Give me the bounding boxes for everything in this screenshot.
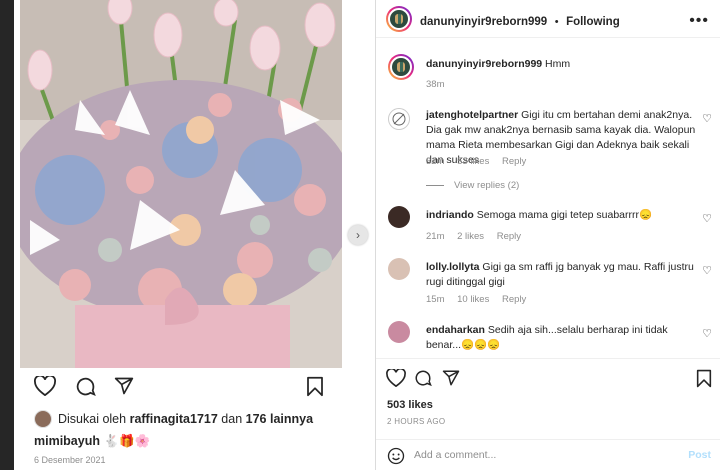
reply-button[interactable]: Reply xyxy=(502,294,526,305)
comment-time: 38m xyxy=(426,79,445,90)
view-replies-label[interactable]: View replies (2) xyxy=(454,180,519,191)
post-date: 6 Desember 2021 xyxy=(34,455,106,465)
comment-input[interactable]: Add a comment... xyxy=(414,449,496,461)
comment-likes[interactable]: 10 likes xyxy=(457,294,489,305)
post-header: danunyinyir9reborn999 • Following ••• xyxy=(376,0,720,38)
comment-time: 15m xyxy=(426,294,445,305)
comment-meta: 21m 2 likes Reply xyxy=(426,231,531,242)
comment-meta: 32m 53 likes Reply xyxy=(426,156,536,167)
left-post-actions xyxy=(34,374,334,402)
heart-icon[interactable]: ♡ xyxy=(702,212,712,225)
separator-dot: • xyxy=(551,16,562,28)
heart-icon[interactable] xyxy=(34,374,56,401)
comments-list: danunyinyir9reborn999 Hmm 38m jatenghote… xyxy=(376,38,720,358)
view-replies[interactable]: View replies (2) xyxy=(426,180,519,191)
reply-button[interactable]: Reply xyxy=(497,231,521,242)
feed-post: › Disukai oleh raffinagita1717 dan 176 l… xyxy=(0,0,375,470)
flower-bouquet-image xyxy=(20,0,342,368)
comment-meta: 38m xyxy=(426,79,454,90)
author-avatar[interactable] xyxy=(386,6,412,32)
comment-text: Semoga mama gigi tetep suabarrrr😞 xyxy=(476,209,653,221)
liked-others[interactable]: 176 lainnya xyxy=(246,412,313,426)
heart-icon[interactable] xyxy=(386,367,406,392)
caption-emojis: 🐇🎁🌸 xyxy=(103,434,151,448)
heart-icon[interactable]: ♡ xyxy=(702,264,712,277)
bookmark-icon[interactable] xyxy=(306,376,324,402)
post-time-ago: 2 HOURS AGO xyxy=(387,417,446,426)
share-icon[interactable] xyxy=(442,369,460,392)
bookmark-icon[interactable] xyxy=(696,369,712,393)
following-button[interactable]: Following xyxy=(566,16,620,28)
comment-username[interactable]: danunyinyir9reborn999 xyxy=(426,58,542,70)
avatar[interactable] xyxy=(388,258,410,280)
liked-mid: dan xyxy=(221,412,243,426)
liked-prefix: Disukai oleh xyxy=(58,412,127,426)
comment-likes[interactable]: 53 likes xyxy=(457,156,489,167)
left-edge xyxy=(0,0,14,470)
post-actions: 503 likes 2 HOURS AGO Add a comment... P… xyxy=(376,358,720,468)
comment-username[interactable]: lolly.lollyta xyxy=(426,261,479,273)
comment-text: Hmm xyxy=(545,58,571,70)
share-icon[interactable] xyxy=(114,376,134,401)
comment-item: indriando Semoga mama gigi tetep suabarr… xyxy=(388,206,718,246)
chevron-right-icon[interactable]: › xyxy=(348,225,368,245)
comment-likes[interactable]: 2 likes xyxy=(457,231,484,242)
avatar[interactable] xyxy=(388,206,410,228)
comment-username[interactable]: indriando xyxy=(426,209,474,221)
post-photo[interactable] xyxy=(20,0,342,368)
comment-meta: 15m 10 likes Reply xyxy=(426,294,536,305)
comment-item: lolly.lollyta Gigi ga sm raffi jg banyak… xyxy=(388,258,718,308)
divider xyxy=(426,185,444,186)
reply-button[interactable]: Reply xyxy=(502,156,526,167)
more-icon[interactable]: ••• xyxy=(689,12,709,30)
caption-comment: danunyinyir9reborn999 Hmm 38m xyxy=(388,54,718,94)
post-detail-panel: danunyinyir9reborn999 • Following ••• da… xyxy=(375,0,720,470)
comment-username[interactable]: endaharkan xyxy=(426,324,485,336)
emoji-icon[interactable] xyxy=(387,447,405,470)
add-comment-bar: Add a comment... Post xyxy=(376,439,720,469)
caption-user[interactable]: mimibayuh xyxy=(34,434,100,448)
comment-time: 21m xyxy=(426,231,445,242)
avatar[interactable] xyxy=(388,321,410,343)
liked-by: Disukai oleh raffinagita1717 dan 176 lai… xyxy=(34,410,313,428)
avatar[interactable] xyxy=(34,410,52,428)
avatar[interactable] xyxy=(388,108,410,130)
comment-item: endaharkan Sedih aja sih...selalu berhar… xyxy=(388,321,718,359)
left-caption: mimibayuh 🐇🎁🌸 xyxy=(34,434,150,449)
author-username[interactable]: danunyinyir9reborn999 xyxy=(420,16,547,28)
comment-icon[interactable] xyxy=(414,369,432,392)
author-avatar[interactable] xyxy=(388,54,414,80)
comment-time: 32m xyxy=(426,156,445,167)
liked-user[interactable]: raffinagita1717 xyxy=(130,412,218,426)
heart-icon[interactable]: ♡ xyxy=(702,327,712,340)
comment-item: jatenghotelpartner Gigi itu cm bertahan … xyxy=(388,106,718,211)
comment-icon[interactable] xyxy=(75,376,96,402)
likes-count[interactable]: 503 likes xyxy=(387,399,433,411)
comment-username[interactable]: jatenghotelpartner xyxy=(426,109,518,121)
heart-icon[interactable]: ♡ xyxy=(702,112,712,125)
post-button[interactable]: Post xyxy=(688,449,711,461)
